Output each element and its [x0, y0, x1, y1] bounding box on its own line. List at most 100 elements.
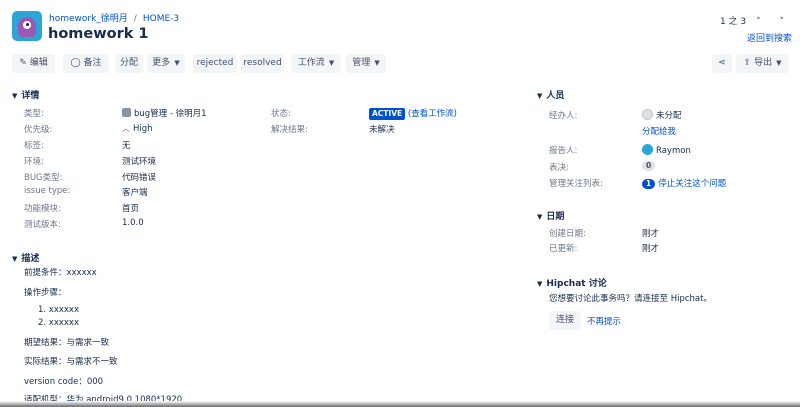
- issue-type-value: 客户端: [122, 188, 148, 198]
- breadcrumb-project-link[interactable]: homework_徐明月: [49, 14, 128, 24]
- hipchat-section-heading[interactable]: ▼ Hipchat 讨论: [537, 276, 607, 289]
- created-value: 刚才: [642, 229, 660, 239]
- chevron-down-icon: ▼: [374, 59, 380, 67]
- issue-pager: 1 之 3 ˄ ˅: [702, 14, 792, 27]
- status-label: 状态:: [271, 109, 291, 119]
- votes-label: 表决:: [549, 163, 569, 173]
- issue-header: homework_徐明月 / HOME-3 homework 1 1 之 3 ˄ ˅ …: [12, 8, 792, 48]
- description-steps-title: 操作步骤：: [24, 288, 67, 298]
- export-icon: ⇪: [743, 58, 752, 68]
- watchers-label: 管理关注列表:: [549, 179, 603, 189]
- updated-label: 已更新:: [549, 244, 578, 254]
- hipchat-prompt: 您想要讨论此事务吗？请连接至 Hipchat。: [549, 294, 712, 304]
- status-value: ACTIVE (查看工作流): [369, 107, 457, 120]
- edit-label: 编辑: [29, 58, 48, 68]
- description-heading-text: 描述: [21, 254, 40, 264]
- updated-value: 刚才: [642, 244, 660, 254]
- stop-watching-link[interactable]: 停止关注这个问题: [658, 179, 726, 189]
- assign-button[interactable]: 分配: [115, 54, 143, 73]
- view-workflow-link[interactable]: (查看工作流): [408, 109, 457, 119]
- module-value: 首页: [122, 204, 140, 214]
- unassigned-avatar-icon: [642, 109, 653, 120]
- pager-arrows[interactable]: ˄ ˅: [756, 17, 792, 27]
- votes-value[interactable]: 0: [642, 161, 656, 171]
- people-heading-text: 人员: [546, 91, 565, 101]
- description-step-1: 1. xxxxxx: [38, 305, 79, 315]
- assignee-label: 经办人:: [549, 111, 578, 121]
- collapse-toggle-icon: ▼: [12, 255, 18, 263]
- description-step-2: 2. xxxxxx: [38, 318, 79, 328]
- breadcrumb: homework_徐明月 / HOME-3: [49, 14, 180, 24]
- environment-value: 测试环境: [122, 157, 157, 167]
- description-section-heading[interactable]: ▼ 描述: [12, 251, 39, 264]
- collapse-toggle-icon: ▼: [537, 213, 543, 221]
- assign-to-me-link[interactable]: 分配给我: [642, 125, 676, 137]
- more-button[interactable]: 更多 ▼: [147, 54, 185, 73]
- share-icon: ⋖: [718, 58, 726, 68]
- workflow-label: 工作流: [297, 58, 325, 68]
- breadcrumb-issue-key-link[interactable]: HOME-3: [143, 14, 179, 24]
- description-actual: 实际结果：与需求不一致: [24, 357, 118, 367]
- assignee-value-text: 未分配: [656, 111, 682, 121]
- resolution-label: 解决结果:: [271, 125, 308, 135]
- priority-value-text: High: [133, 124, 153, 134]
- tags-label: 标签:: [24, 141, 44, 151]
- share-button[interactable]: ⋖: [712, 54, 732, 73]
- export-button[interactable]: ⇪ 导出 ▼: [736, 54, 789, 73]
- environment-label: 环境:: [24, 157, 44, 167]
- description-precondition: 前提条件：xxxxxx: [24, 268, 97, 278]
- collapse-toggle-icon: ▼: [537, 280, 543, 288]
- rejected-button[interactable]: rejected: [193, 54, 237, 73]
- project-avatar[interactable]: [12, 11, 42, 41]
- description-version-code: version code：000: [24, 377, 104, 387]
- bug-type-value: 代码错误: [122, 173, 157, 183]
- chevron-down-icon: ▼: [776, 59, 782, 67]
- comment-button[interactable]: ◯ 备注: [63, 54, 109, 73]
- admin-label: 管理: [352, 58, 371, 68]
- dismiss-link[interactable]: 不再提示: [587, 315, 621, 327]
- connect-button[interactable]: 连接: [549, 311, 581, 330]
- dates-section-heading[interactable]: ▼ 日期: [537, 209, 564, 222]
- comment-label: 备注: [83, 58, 102, 68]
- bug-type-label: BUG类型:: [24, 173, 63, 183]
- reporter-avatar-icon: [642, 144, 653, 155]
- details-heading-text: 详情: [21, 91, 40, 101]
- details-section-heading[interactable]: ▼ 详情: [12, 88, 39, 101]
- dates-heading-text: 日期: [546, 212, 565, 222]
- issue-title: homework 1: [48, 26, 149, 42]
- chevron-down-icon: ▼: [328, 59, 335, 67]
- collapse-toggle-icon: ▼: [12, 92, 18, 100]
- created-label: 创建日期:: [549, 229, 586, 239]
- test-version-label: 测试版本:: [24, 220, 61, 230]
- watchers-value: 1 停止关注这个问题: [642, 177, 726, 189]
- resolution-value: 未解决: [369, 125, 395, 135]
- window-bottom-edge: [0, 401, 800, 407]
- issue-type-icon: [122, 108, 131, 117]
- priority-high-icon: ︿: [122, 124, 130, 133]
- assignee-value: 未分配: [642, 109, 682, 121]
- votes-badge: 0: [642, 161, 656, 171]
- hipchat-heading-text: Hipchat 讨论: [546, 279, 607, 289]
- back-to-search-link[interactable]: 返回到搜索: [747, 31, 792, 44]
- edit-button[interactable]: ✎ 编辑: [12, 54, 55, 73]
- test-version-value: 1.0.0: [122, 218, 144, 228]
- issue-toolbar: ✎ 编辑 ◯ 备注 分配 更多 ▼ rejected resolved 工作流 ▼ 管理…: [12, 54, 790, 74]
- pager-position: 1 之 3: [719, 17, 747, 27]
- description-expected: 期望结果：与需求一致: [24, 338, 110, 348]
- resolved-button[interactable]: resolved: [241, 54, 284, 73]
- comment-icon: ◯: [70, 58, 81, 68]
- reporter-label: 报告人:: [549, 146, 578, 156]
- people-section-heading[interactable]: ▼ 人员: [537, 88, 564, 101]
- type-label: 类型:: [24, 109, 44, 119]
- collapse-toggle-icon: ▼: [537, 92, 543, 100]
- more-label: 更多: [152, 58, 171, 68]
- admin-button[interactable]: 管理 ▼: [346, 54, 386, 73]
- priority-label: 优先级:: [24, 125, 53, 135]
- reporter-value-text: Raymon: [656, 146, 691, 156]
- workflow-button[interactable]: 工作流 ▼: [291, 54, 341, 73]
- tags-value: 无: [122, 141, 131, 151]
- type-value-text: bug管理 - 徐明月1: [134, 109, 207, 119]
- chevron-down-icon: ▼: [174, 59, 180, 67]
- watchers-badge[interactable]: 1: [642, 179, 656, 189]
- issue-type-label: issue type:: [24, 186, 71, 196]
